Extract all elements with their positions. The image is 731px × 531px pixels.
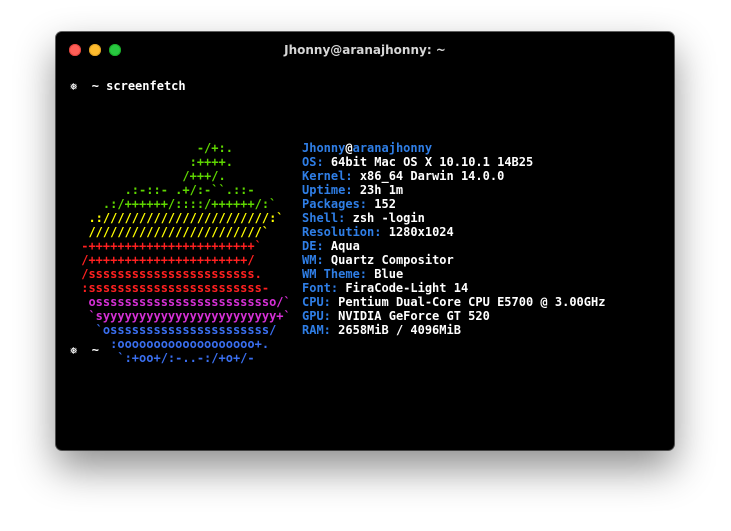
- info-label: CPU:: [302, 295, 331, 309]
- info-label: Resolution:: [302, 225, 382, 239]
- window-title: Jhonny@aranajhonny: ~: [284, 43, 446, 57]
- info-label: GPU:: [302, 309, 331, 323]
- ascii-row: `syyyyyyyyyyyyyyyyyyyyyyyy+`: [74, 309, 291, 323]
- user-host-line: Jhonny@aranajhonny: [302, 141, 605, 155]
- ascii-row: .:/++++++/::::/++++++/:`: [74, 197, 277, 211]
- ascii-row: :++++.: [74, 155, 233, 169]
- info-value: NVIDIA GeForce GT 520: [338, 309, 490, 323]
- info-value: 152: [374, 197, 396, 211]
- ascii-row: ////////////////////////`: [74, 225, 270, 239]
- ascii-row: :ooooooooooooooooooo+.: [74, 337, 270, 351]
- info-row: GPU: NVIDIA GeForce GT 520: [302, 309, 605, 323]
- ascii-row: /++++++++++++++++++++++/: [74, 253, 255, 267]
- info-label: OS:: [302, 155, 324, 169]
- ascii-row: /sssssssssssssssssssssss.: [74, 267, 262, 281]
- info-row: Uptime: 23h 1m: [302, 183, 605, 197]
- ascii-row: .:///////////////////////:`: [74, 211, 284, 225]
- terminal-window[interactable]: Jhonny@aranajhonny: ~ ❅ ~ screenfetch -/…: [56, 32, 674, 450]
- ascii-logo: -/+:. :++++. /+++/. .:-::- .+/:-``.::- .…: [74, 141, 291, 365]
- title-bar[interactable]: Jhonny@aranajhonny: ~: [56, 32, 674, 68]
- info-value: Blue: [374, 267, 404, 281]
- info-row: Resolution: 1280x1024: [302, 225, 605, 239]
- info-row: RAM: 2658MiB / 4096MiB: [302, 323, 605, 337]
- prompt-cwd: ~: [91, 79, 99, 93]
- info-label: Shell:: [302, 211, 346, 225]
- ascii-row: -/+:.: [74, 141, 233, 155]
- info-value: Quartz Compositor: [330, 253, 454, 267]
- info-row: CPU: Pentium Dual-Core CPU E5700 @ 3.00G…: [302, 295, 605, 309]
- info-row: Packages: 152: [302, 197, 605, 211]
- info-row: DE: Aqua: [302, 239, 605, 253]
- info-value: 1280x1024: [388, 225, 454, 239]
- info-row: WM Theme: Blue: [302, 267, 605, 281]
- prompt-symbol-icon: ❅: [70, 79, 78, 93]
- info-label: DE:: [302, 239, 324, 253]
- ascii-row: :ssssssssssssssssssssssss-: [74, 281, 270, 295]
- prompt-line-current[interactable]: ❅ ~: [70, 343, 99, 357]
- ascii-row: `:+oo+/:-..-:/+o+/-: [74, 351, 255, 365]
- info-row: Kernel: x86_64 Darwin 14.0.0: [302, 169, 605, 183]
- hostname: aranajhonny: [352, 141, 433, 155]
- info-value: zsh -login: [352, 211, 425, 225]
- info-label: Packages:: [302, 197, 368, 211]
- ascii-row: osssssssssssssssssssssssso/`: [74, 295, 291, 309]
- info-label: RAM:: [302, 323, 331, 337]
- info-value: Pentium Dual-Core CPU E5700 @ 3.00GHz: [338, 295, 606, 309]
- prompt-line: ❅ ~ screenfetch: [70, 79, 186, 93]
- system-info: Jhonny@aranajhonny OS: 64bit Mac OS X 10…: [302, 141, 605, 337]
- info-row: WM: Quartz Compositor: [302, 253, 605, 267]
- info-value: 2658MiB / 4096MiB: [338, 323, 461, 337]
- info-row: OS: 64bit Mac OS X 10.10.1 14B25: [302, 155, 605, 169]
- info-row: Font: FiraCode-Light 14: [302, 281, 605, 295]
- info-row: Shell: zsh -login: [302, 211, 605, 225]
- at-sign: @: [345, 141, 353, 155]
- info-value: Aqua: [330, 239, 360, 253]
- command-text: screenfetch: [106, 79, 186, 93]
- info-label: WM:: [302, 253, 324, 267]
- username: Jhonny: [302, 141, 346, 155]
- info-label: Kernel:: [302, 169, 353, 183]
- info-value: x86_64 Darwin 14.0.0: [359, 169, 505, 183]
- info-value: 23h 1m: [359, 183, 404, 197]
- info-label: WM Theme:: [302, 267, 368, 281]
- info-value: FiraCode-Light 14: [345, 281, 469, 295]
- ascii-row: .:-::- .+/:-``.::-: [74, 183, 255, 197]
- terminal-content[interactable]: ❅ ~ screenfetch -/+:. :++++. /+++/. .:-:…: [56, 68, 674, 450]
- ascii-row: -+++++++++++++++++++++++`: [74, 239, 262, 253]
- info-label: Font:: [302, 281, 339, 295]
- prompt-symbol-icon: ❅: [70, 343, 78, 357]
- info-value: 64bit Mac OS X 10.10.1 14B25: [330, 155, 534, 169]
- info-label: Uptime:: [302, 183, 353, 197]
- prompt-cwd: ~: [91, 343, 99, 357]
- ascii-row: /+++/.: [74, 169, 226, 183]
- ascii-row: `ossssssssssssssssssssss/: [74, 323, 277, 337]
